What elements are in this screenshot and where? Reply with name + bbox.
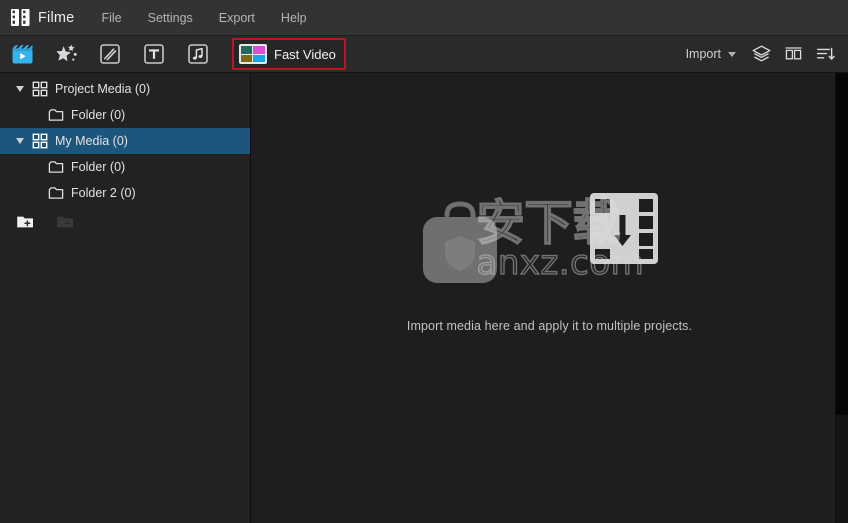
folder-icon [48, 185, 64, 201]
right-rail-scroll-track[interactable] [836, 73, 848, 415]
toolbar-left-group: Fast Video [0, 36, 346, 72]
import-label: Import [685, 47, 721, 61]
toolbar-right-group: Import [678, 40, 848, 68]
menu-bar: File Settings Export Help [100, 8, 307, 28]
transitions-icon[interactable] [88, 36, 132, 72]
app-window: Filme File Settings Export Help Fast Vid… [0, 0, 848, 523]
tree-item-project-media[interactable]: Project Media (0) [0, 76, 250, 102]
fast-video-button[interactable]: Fast Video [232, 38, 346, 70]
import-button[interactable]: Import [678, 43, 744, 65]
expand-arrow-icon[interactable] [12, 86, 28, 92]
placeholder-graphic: 安下载 anxz.com [415, 191, 685, 291]
media-sidebar: Project Media (0) Folder (0) My Media (0… [0, 73, 251, 523]
film-strip-download-icon [588, 191, 660, 271]
media-drop-panel[interactable]: 安下载 anxz.com Import media here and apply… [251, 73, 848, 523]
tree-item-my-media-folder[interactable]: Folder (0) [0, 154, 250, 180]
menu-settings[interactable]: Settings [147, 8, 194, 28]
fast-video-label: Fast Video [274, 46, 336, 62]
chevron-down-icon [728, 51, 736, 57]
brand: Filme [11, 9, 74, 26]
grid-squares-icon [32, 133, 48, 149]
effects-icon[interactable] [44, 36, 88, 72]
drop-hint-text: Import media here and apply it to multip… [406, 319, 693, 333]
menu-file[interactable]: File [100, 8, 122, 28]
tree-item-my-media-folder-2[interactable]: Folder 2 (0) [0, 180, 250, 206]
drop-area[interactable]: 安下载 anxz.com Import media here and apply… [251, 191, 848, 333]
title-bar: Filme File Settings Export Help [0, 0, 848, 35]
media-library-icon[interactable] [0, 36, 44, 72]
menu-export[interactable]: Export [218, 8, 256, 28]
grid-view-icon[interactable] [778, 40, 808, 68]
app-title: Filme [38, 9, 75, 26]
tree-item-label: My Media (0) [55, 134, 128, 148]
media-bag-icon [420, 197, 500, 290]
fast-video-icon [239, 44, 267, 64]
folder-icon [48, 107, 64, 123]
media-tree: Project Media (0) Folder (0) My Media (0… [0, 73, 250, 206]
sidebar-action-bar [0, 211, 76, 231]
text-icon[interactable] [132, 36, 176, 72]
layers-icon[interactable] [746, 40, 776, 68]
workspace: Project Media (0) Folder (0) My Media (0… [0, 73, 848, 523]
tree-item-label: Folder 2 (0) [71, 186, 136, 200]
expand-arrow-icon[interactable] [12, 138, 28, 144]
sort-list-icon[interactable] [810, 40, 840, 68]
new-folder-icon[interactable] [14, 211, 36, 231]
grid-squares-icon [32, 81, 48, 97]
tree-item-label: Project Media (0) [55, 82, 151, 96]
main-toolbar: Fast Video Import [0, 35, 848, 73]
tree-item-my-media[interactable]: My Media (0) [0, 128, 250, 154]
tree-item-label: Folder (0) [71, 108, 126, 122]
tree-item-label: Folder (0) [71, 160, 126, 174]
delete-folder-icon [54, 211, 76, 231]
folder-icon [48, 159, 64, 175]
tree-item-project-media-folder[interactable]: Folder (0) [0, 102, 250, 128]
menu-help[interactable]: Help [280, 8, 308, 28]
film-clapper-logo-icon [11, 9, 30, 26]
audio-music-icon[interactable] [176, 36, 220, 72]
right-rail [835, 73, 848, 523]
